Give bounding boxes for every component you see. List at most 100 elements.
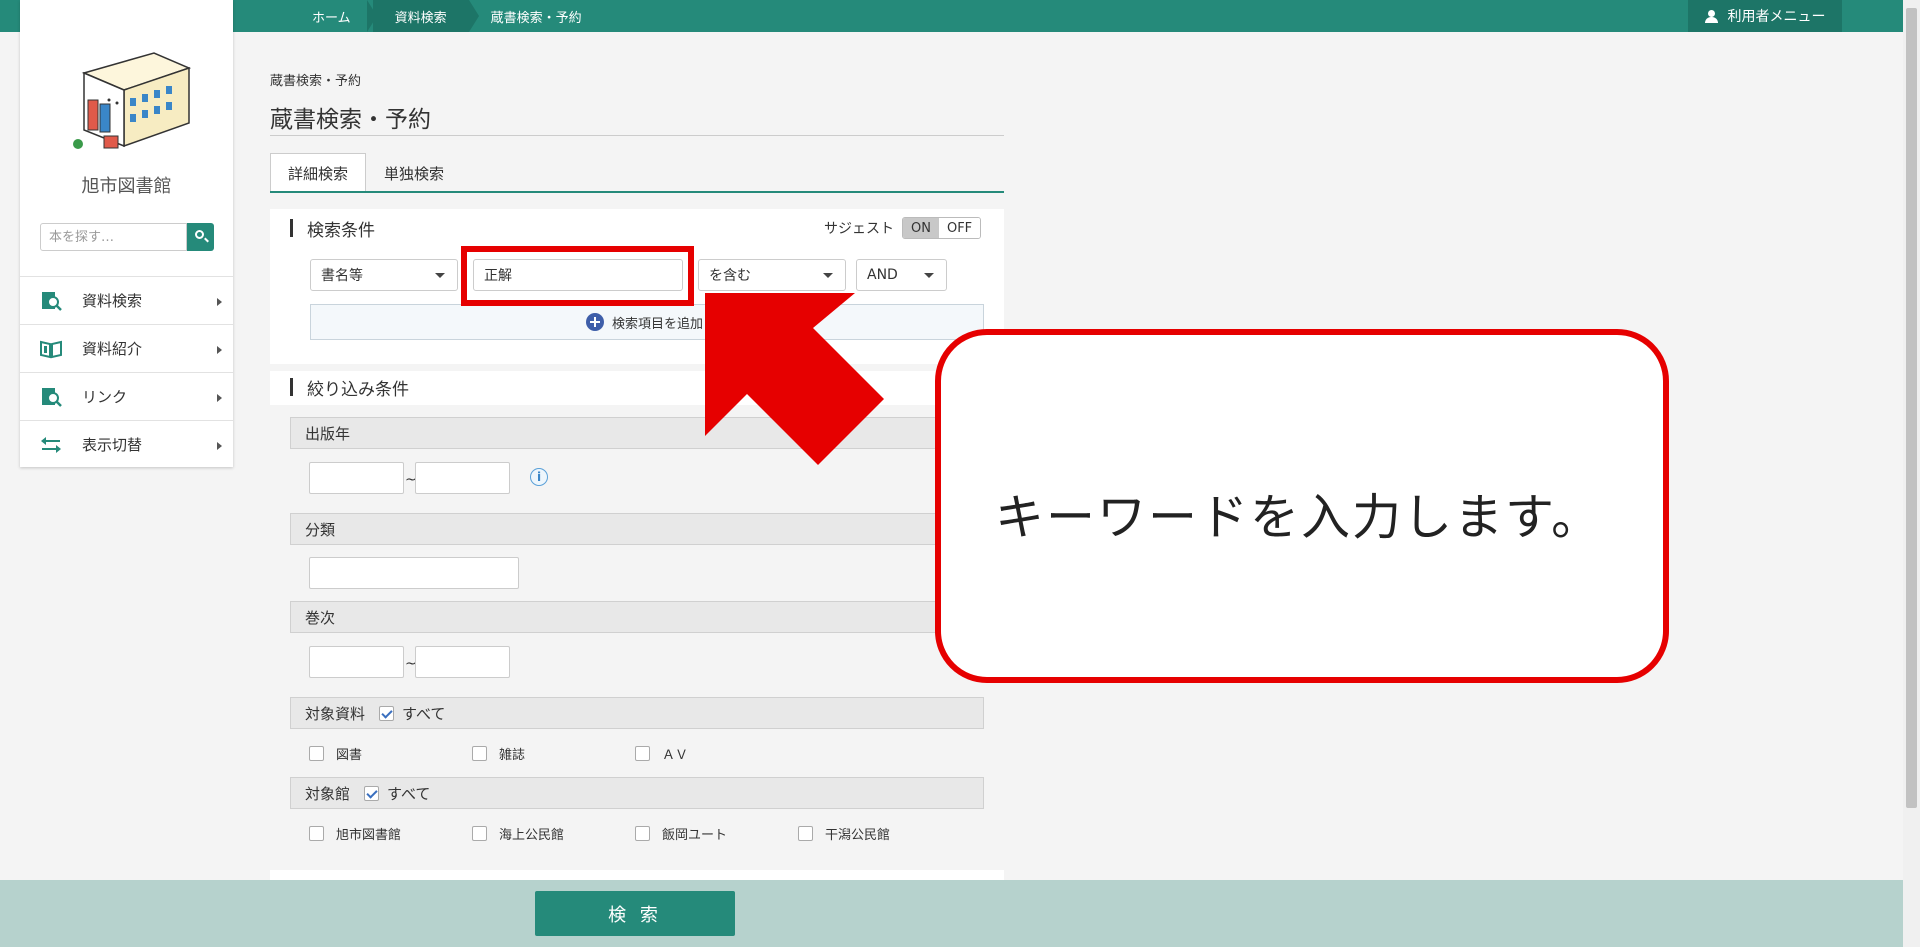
- field-select[interactable]: 書名等: [310, 259, 458, 291]
- checkbox[interactable]: [798, 826, 813, 841]
- match-type-value: を含む: [709, 268, 751, 284]
- checkbox[interactable]: [472, 826, 487, 841]
- library-name: 旭市図書館: [81, 176, 172, 197]
- library-logo-icon[interactable]: [64, 48, 194, 153]
- classification-input[interactable]: [309, 557, 519, 589]
- library-all-label: すべて: [387, 784, 431, 803]
- swap-arrows-icon: [41, 436, 61, 453]
- chevron-down-icon: [435, 273, 445, 278]
- page-breadcrumb: 蔵書検索・予約: [270, 74, 362, 89]
- library-unakami-checkbox[interactable]: 海上公民館: [472, 824, 564, 843]
- material-label: 対象資料: [305, 704, 366, 723]
- user-menu-button[interactable]: 利用者メニュー: [1688, 0, 1842, 32]
- library-asahi-label: 旭市図書館: [336, 828, 402, 843]
- library-higata-label: 干潟公民館: [825, 828, 891, 843]
- material-magazine-label: 雑誌: [499, 748, 526, 763]
- section-marker: [290, 219, 293, 237]
- sidebar-item-material-intro[interactable]: 資料紹介: [20, 324, 233, 372]
- filters-title: 絞り込み条件: [307, 379, 409, 400]
- user-menu-label: 利用者メニュー: [1727, 9, 1826, 25]
- sidebar-nav: 資料検索 資料紹介 リンク 表示切替: [20, 276, 233, 468]
- info-icon[interactable]: i: [530, 468, 548, 486]
- bottom-action-bar: [0, 880, 1903, 947]
- chevron-right-icon: [217, 298, 222, 306]
- checkbox[interactable]: [309, 826, 324, 841]
- keyword-highlight-box: [461, 246, 694, 306]
- breadcrumb-home[interactable]: ホーム: [290, 0, 373, 32]
- checkbox[interactable]: [635, 826, 650, 841]
- breadcrumb: ホーム 資料検索 蔵書検索・予約: [290, 0, 604, 32]
- pub-year-label: 出版年: [305, 424, 351, 443]
- library-label: 対象館: [305, 784, 351, 803]
- chevron-down-icon: [924, 273, 934, 278]
- tab-divider: [270, 191, 1004, 193]
- annotation-text: キーワードを入力します。: [995, 489, 1603, 546]
- chevron-right-icon: [217, 346, 222, 354]
- user-icon: [1704, 9, 1718, 23]
- search-book-icon: [42, 387, 62, 407]
- material-av-checkbox[interactable]: ＡＶ: [635, 744, 688, 763]
- checkbox-checked[interactable]: [379, 705, 395, 721]
- title-divider: [270, 135, 1004, 136]
- scrollbar-thumb[interactable]: [1906, 8, 1917, 808]
- tab-advanced-search[interactable]: 詳細検索: [270, 153, 366, 193]
- checkbox[interactable]: [309, 746, 324, 761]
- search-icon: [195, 230, 204, 239]
- volume-from-input[interactable]: [309, 646, 404, 678]
- sidebar-item-label: 資料紹介: [82, 340, 143, 358]
- pointer-arrow-icon: [705, 293, 884, 465]
- library-asahi-checkbox[interactable]: 旭市図書館: [309, 824, 401, 843]
- search-book-icon: [42, 291, 62, 311]
- material-book-label: 図書: [336, 748, 363, 763]
- material-book-checkbox[interactable]: 図書: [309, 744, 362, 763]
- checkbox[interactable]: [635, 746, 650, 761]
- material-av-label: ＡＶ: [662, 748, 689, 763]
- filters-header: 絞り込み条件: [290, 372, 409, 402]
- library-header: 対象館 すべて: [290, 777, 984, 809]
- checkbox[interactable]: [472, 746, 487, 761]
- pub-year-from-input[interactable]: [309, 462, 404, 494]
- sidebar-item-display-toggle[interactable]: 表示切替: [20, 420, 233, 468]
- breadcrumb-material-search[interactable]: 資料検索: [366, 0, 479, 32]
- search-conditions-title: 検索条件: [307, 220, 375, 241]
- suggest-off-button[interactable]: OFF: [938, 218, 981, 238]
- chevron-down-icon: [823, 273, 833, 278]
- sidebar-item-label: 表示切替: [82, 436, 143, 454]
- next-section-peek: [270, 870, 1004, 880]
- field-select-value: 書名等: [321, 268, 363, 284]
- search-button[interactable]: 検 索: [535, 891, 735, 936]
- pub-year-to-input[interactable]: [415, 462, 510, 494]
- suggest-switch: ON OFF: [902, 217, 982, 239]
- tab-simple-search[interactable]: 単独検索: [370, 153, 458, 193]
- volume-header: 巻次: [290, 601, 984, 633]
- sidebar: 旭市図書館 資料検索 資料紹介: [20, 0, 233, 467]
- sidebar-search: [40, 223, 214, 251]
- chevron-right-icon: [217, 394, 222, 402]
- section-marker: [290, 378, 293, 396]
- suggest-on-button[interactable]: ON: [903, 218, 939, 238]
- sidebar-item-links[interactable]: リンク: [20, 372, 233, 420]
- sidebar-search-input[interactable]: [40, 223, 187, 251]
- volume-to-input[interactable]: [415, 646, 510, 678]
- library-iioka-label: 飯岡ユート: [662, 828, 728, 843]
- open-book-icon: [40, 340, 62, 358]
- classification-label: 分類: [305, 520, 336, 539]
- checkbox-checked[interactable]: [364, 785, 380, 801]
- logic-select[interactable]: AND: [856, 259, 947, 291]
- plus-icon: [586, 313, 604, 331]
- material-all-label: すべて: [402, 704, 446, 723]
- suggest-label: サジェスト: [824, 221, 894, 237]
- material-all-checkbox[interactable]: すべて: [379, 703, 445, 724]
- match-type-select[interactable]: を含む: [698, 259, 846, 291]
- material-magazine-checkbox[interactable]: 雑誌: [472, 744, 525, 763]
- library-higata-checkbox[interactable]: 干潟公民館: [798, 824, 890, 843]
- suggest-toggle: サジェスト ON OFF: [824, 217, 982, 239]
- sidebar-search-button[interactable]: [187, 223, 214, 251]
- scrollbar[interactable]: [1903, 0, 1920, 947]
- library-iioka-checkbox[interactable]: 飯岡ユート: [635, 824, 727, 843]
- sidebar-item-material-search[interactable]: 資料検索: [20, 276, 233, 324]
- library-all-checkbox[interactable]: すべて: [364, 783, 430, 804]
- sidebar-item-label: 資料検索: [82, 292, 143, 310]
- annotation-callout: キーワードを入力します。: [935, 329, 1669, 683]
- library-unakami-label: 海上公民館: [499, 828, 565, 843]
